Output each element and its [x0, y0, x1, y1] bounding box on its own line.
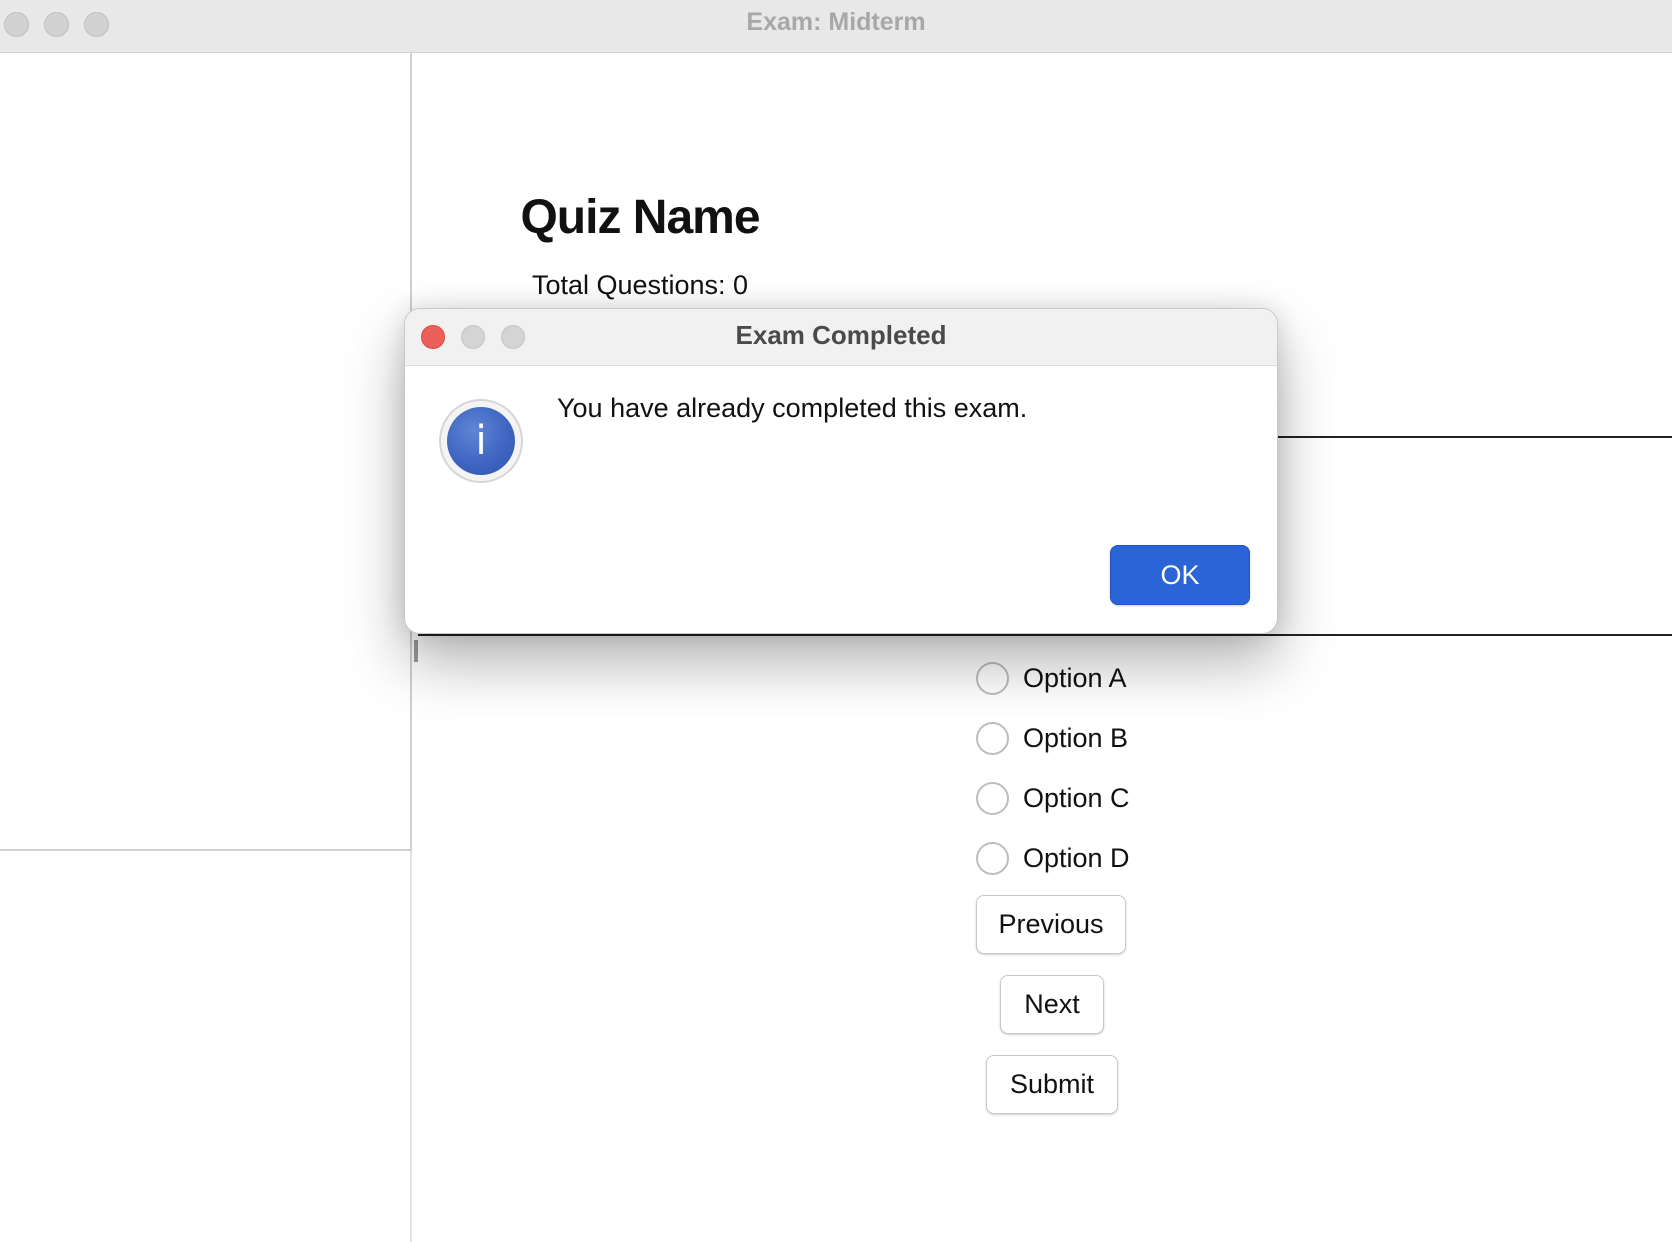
left-lower-panel: [0, 851, 412, 1242]
quiz-title: Quiz Name: [520, 191, 760, 244]
info-icon: i: [439, 399, 523, 483]
info-icon-glyph: i: [447, 407, 515, 475]
radio-button[interactable]: [976, 781, 1009, 815]
dialog-title: Exam Completed: [735, 320, 947, 350]
dialog-titlebar: Exam Completed: [405, 309, 1277, 366]
ok-button[interactable]: OK: [1110, 545, 1250, 605]
dialog-message: You have already completed this exam.: [557, 393, 1028, 423]
radio-button[interactable]: [976, 661, 1009, 695]
previous-button[interactable]: Previous: [976, 895, 1126, 954]
option-a[interactable]: Option A: [976, 658, 1127, 698]
option-label: Option D: [1023, 842, 1130, 873]
left-panel: [0, 53, 412, 851]
radio-button[interactable]: [976, 721, 1009, 755]
option-d[interactable]: Option D: [976, 838, 1130, 878]
next-button[interactable]: Next: [1000, 975, 1104, 1034]
total-questions-label: Total Questions: 0: [531, 270, 749, 300]
window-title: Exam: Midterm: [746, 8, 926, 36]
option-label: Option A: [1023, 662, 1127, 693]
exam-completed-dialog: Exam Completed i You have already comple…: [404, 308, 1278, 634]
option-c[interactable]: Option C: [976, 778, 1130, 818]
option-label: Option B: [1023, 722, 1129, 753]
question-area-top-divider: [1270, 436, 1672, 438]
splitter-handle[interactable]: [414, 640, 418, 662]
option-label: Option C: [1023, 782, 1130, 813]
option-b[interactable]: Option B: [976, 718, 1128, 758]
window-titlebar: Exam: Midterm: [0, 0, 1672, 53]
radio-button[interactable]: [976, 841, 1009, 875]
question-area-bottom-divider: [418, 634, 1672, 636]
submit-button[interactable]: Submit: [986, 1055, 1118, 1114]
